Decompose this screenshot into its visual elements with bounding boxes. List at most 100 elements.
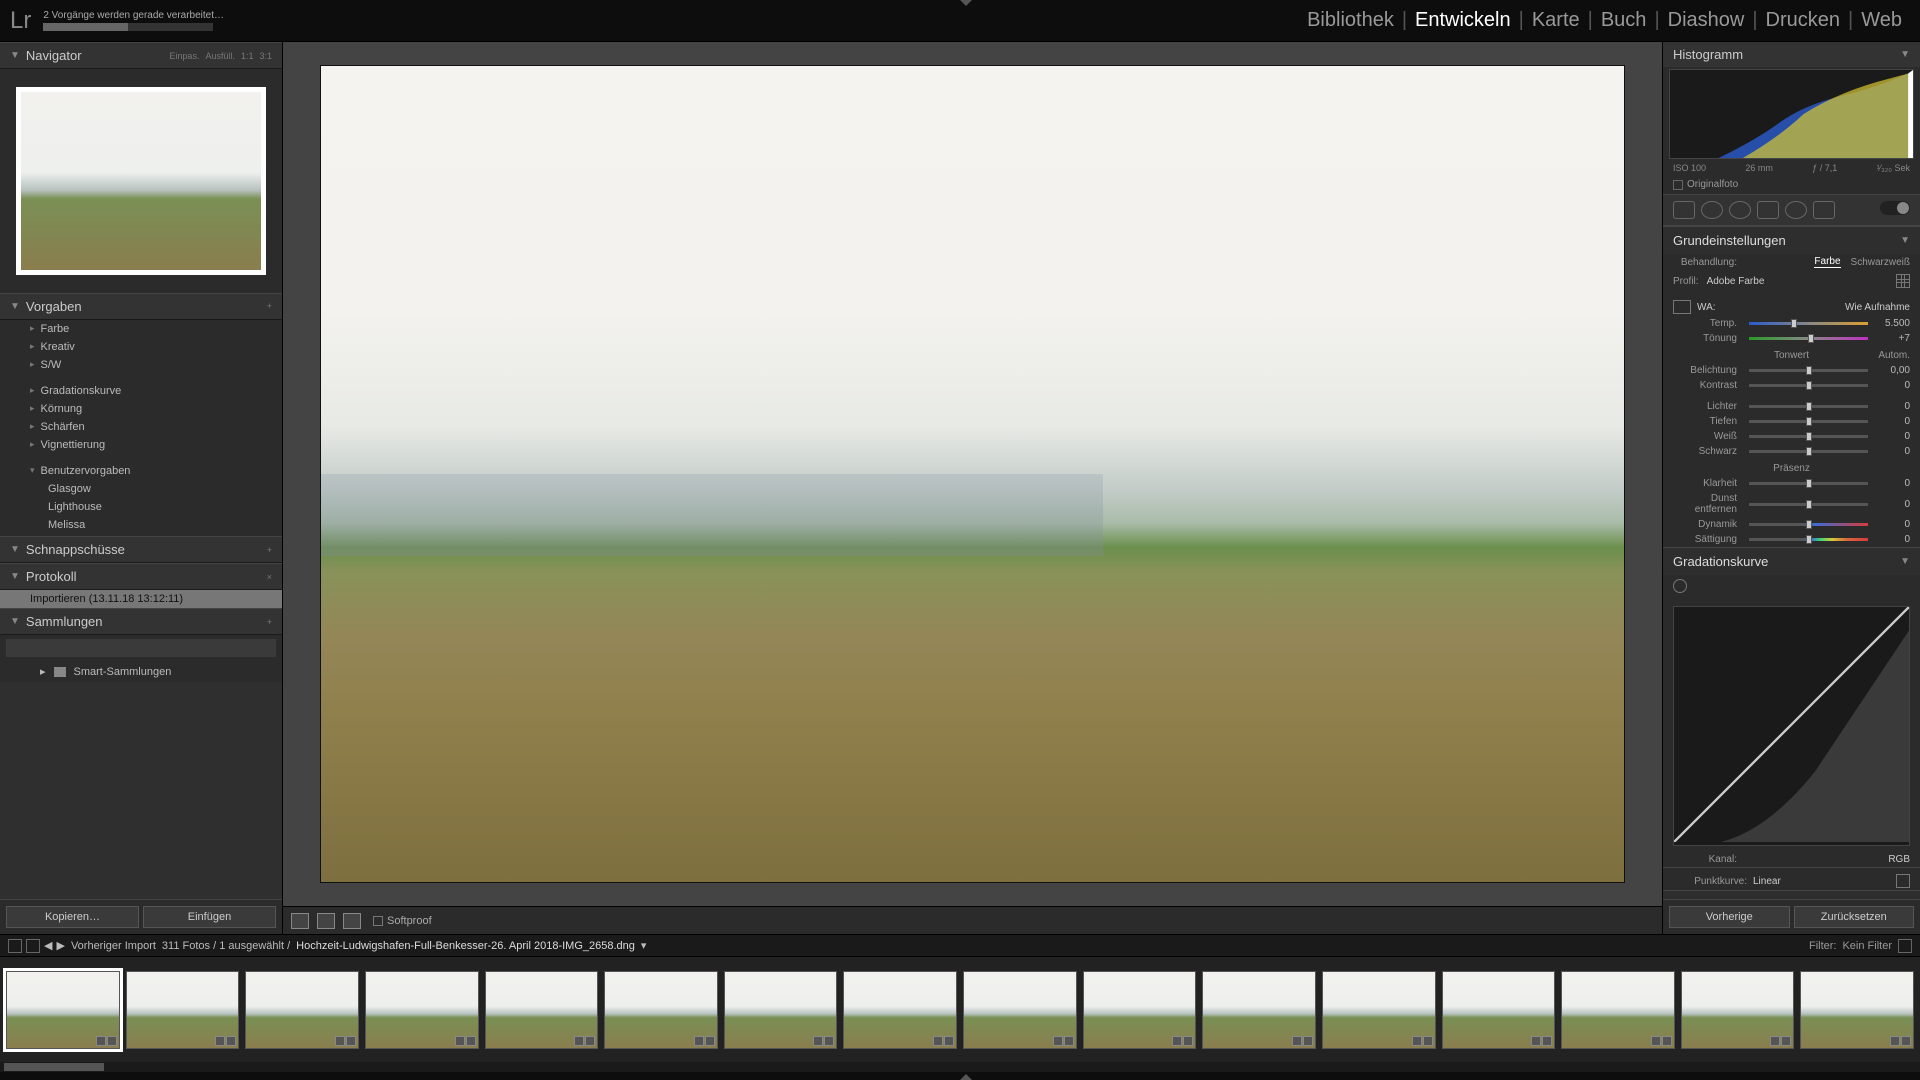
filmstrip-thumb[interactable] — [126, 971, 240, 1049]
second-window-icon[interactable] — [8, 939, 22, 953]
thumb-badge-icon[interactable] — [96, 1036, 106, 1046]
preset-item[interactable]: ▸Farbe — [0, 320, 282, 338]
blacks-value[interactable]: 0 — [1874, 446, 1910, 457]
highlights-value[interactable]: 0 — [1874, 401, 1910, 412]
collections-header[interactable]: ▼ Sammlungen + — [0, 608, 282, 635]
thumb-badge-icon[interactable] — [933, 1036, 943, 1046]
module-diashow[interactable]: Diashow — [1660, 9, 1753, 32]
thumb-badge-icon[interactable] — [1542, 1036, 1552, 1046]
thumb-badge-icon[interactable] — [705, 1036, 715, 1046]
blacks-slider[interactable] — [1749, 450, 1868, 453]
profile-browser-icon[interactable] — [1896, 274, 1910, 288]
history-entry[interactable]: Importieren (13.11.18 13:12:11) — [0, 590, 282, 608]
exposure-slider[interactable] — [1749, 369, 1868, 372]
filter-dropdown[interactable]: Kein Filter — [1842, 940, 1892, 952]
filmstrip-thumb[interactable] — [1202, 971, 1316, 1049]
module-entwickeln[interactable]: Entwickeln — [1407, 9, 1519, 32]
filmstrip-thumb[interactable] — [1322, 971, 1436, 1049]
module-web[interactable]: Web — [1853, 9, 1910, 32]
original-checkbox[interactable] — [1673, 180, 1683, 190]
tone-curve[interactable] — [1673, 606, 1910, 846]
back-icon[interactable]: ◀ — [44, 939, 52, 952]
filmstrip-thumb[interactable] — [485, 971, 599, 1049]
history-header[interactable]: ▼ Protokoll × — [0, 563, 282, 590]
auto-tone-button[interactable]: Autom. — [1878, 350, 1910, 361]
reset-button[interactable]: Zurücksetzen — [1794, 906, 1915, 928]
nav-zoom-3-1[interactable]: 3:1 — [259, 51, 272, 61]
chevron-up-icon[interactable] — [960, 1068, 972, 1080]
chevron-down-icon[interactable] — [960, 0, 972, 12]
dehaze-slider[interactable] — [1749, 503, 1868, 506]
module-bibliothek[interactable]: Bibliothek — [1299, 9, 1402, 32]
thumb-badge-icon[interactable] — [1770, 1036, 1780, 1046]
preset-item[interactable]: ▸Schärfen — [0, 418, 282, 436]
wb-dropdown[interactable]: Wie Aufnahme — [1845, 302, 1910, 313]
curve-channel-value[interactable]: RGB — [1888, 854, 1910, 865]
nav-zoom-1-1[interactable]: 1:1 — [241, 51, 254, 61]
wb-picker-icon[interactable] — [1673, 300, 1691, 314]
thumb-badge-icon[interactable] — [1423, 1036, 1433, 1046]
thumb-badge-icon[interactable] — [585, 1036, 595, 1046]
thumb-badge-icon[interactable] — [466, 1036, 476, 1046]
vibrance-slider[interactable] — [1749, 523, 1868, 526]
filmstrip-thumb[interactable] — [604, 971, 718, 1049]
filmstrip-thumb[interactable] — [1083, 971, 1197, 1049]
shadows-value[interactable]: 0 — [1874, 416, 1910, 427]
preset-item[interactable]: ▸Gradationskurve — [0, 382, 282, 400]
preset-item[interactable]: ▸Kreativ — [0, 338, 282, 356]
preset-item[interactable]: Lighthouse — [0, 498, 282, 516]
filmstrip-thumb[interactable] — [1800, 971, 1914, 1049]
grid-icon[interactable] — [26, 939, 40, 953]
preset-item[interactable]: ▸Körnung — [0, 400, 282, 418]
filter-lock-icon[interactable] — [1898, 939, 1912, 953]
thumb-badge-icon[interactable] — [1781, 1036, 1791, 1046]
thumb-badge-icon[interactable] — [1531, 1036, 1541, 1046]
clarity-slider[interactable] — [1749, 482, 1868, 485]
graduated-tool-icon[interactable] — [1757, 201, 1779, 219]
forward-icon[interactable]: ▶ — [56, 939, 64, 952]
chevron-down-icon[interactable]: ▼ — [1900, 49, 1910, 60]
collections-filter-input[interactable] — [6, 639, 276, 657]
module-karte[interactable]: Karte — [1524, 9, 1588, 32]
saturation-value[interactable]: 0 — [1874, 534, 1910, 545]
redeye-tool-icon[interactable] — [1729, 201, 1751, 219]
curve-target-icon[interactable] — [1673, 579, 1687, 593]
contrast-value[interactable]: 0 — [1874, 380, 1910, 391]
thumb-badge-icon[interactable] — [1172, 1036, 1182, 1046]
filmstrip-thumb[interactable] — [1561, 971, 1675, 1049]
navigator-thumbnail[interactable] — [16, 87, 266, 275]
thumb-badge-icon[interactable] — [226, 1036, 236, 1046]
profile-value[interactable]: Adobe Farbe — [1707, 276, 1765, 287]
preset-item[interactable]: Glasgow — [0, 480, 282, 498]
vibrance-value[interactable]: 0 — [1874, 519, 1910, 530]
filmstrip-thumb[interactable] — [245, 971, 359, 1049]
saturation-slider[interactable] — [1749, 538, 1868, 541]
nav-fill[interactable]: Ausfüll. — [205, 51, 235, 61]
thumb-badge-icon[interactable] — [1662, 1036, 1672, 1046]
loupe-view-icon[interactable] — [291, 913, 309, 929]
highlights-slider[interactable] — [1749, 405, 1868, 408]
filmstrip-thumb[interactable] — [365, 971, 479, 1049]
curve-edit-icon[interactable] — [1896, 874, 1910, 888]
add-icon[interactable]: + — [267, 617, 272, 627]
thumb-badge-icon[interactable] — [944, 1036, 954, 1046]
main-photo-view[interactable] — [320, 65, 1625, 884]
preset-item[interactable]: Melissa — [0, 516, 282, 534]
thumb-badge-icon[interactable] — [215, 1036, 225, 1046]
filmstrip-thumb[interactable] — [1442, 971, 1556, 1049]
histogram-chart[interactable] — [1669, 69, 1914, 159]
thumb-badge-icon[interactable] — [1303, 1036, 1313, 1046]
tint-slider[interactable] — [1749, 337, 1868, 340]
thumb-badge-icon[interactable] — [1183, 1036, 1193, 1046]
spot-tool-icon[interactable] — [1701, 201, 1723, 219]
shadows-slider[interactable] — [1749, 420, 1868, 423]
copy-button[interactable]: Kopieren… — [6, 906, 139, 928]
smart-collections-item[interactable]: ▸ Smart-Sammlungen — [0, 661, 282, 682]
filmstrip-thumb[interactable] — [843, 971, 957, 1049]
thumb-badge-icon[interactable] — [824, 1036, 834, 1046]
whites-value[interactable]: 0 — [1874, 431, 1910, 442]
tint-value[interactable]: +7 — [1874, 333, 1910, 344]
treatment-color[interactable]: Farbe — [1814, 256, 1840, 268]
chevron-down-icon[interactable]: ▼ — [1900, 556, 1910, 567]
filmstrip-thumb[interactable] — [963, 971, 1077, 1049]
